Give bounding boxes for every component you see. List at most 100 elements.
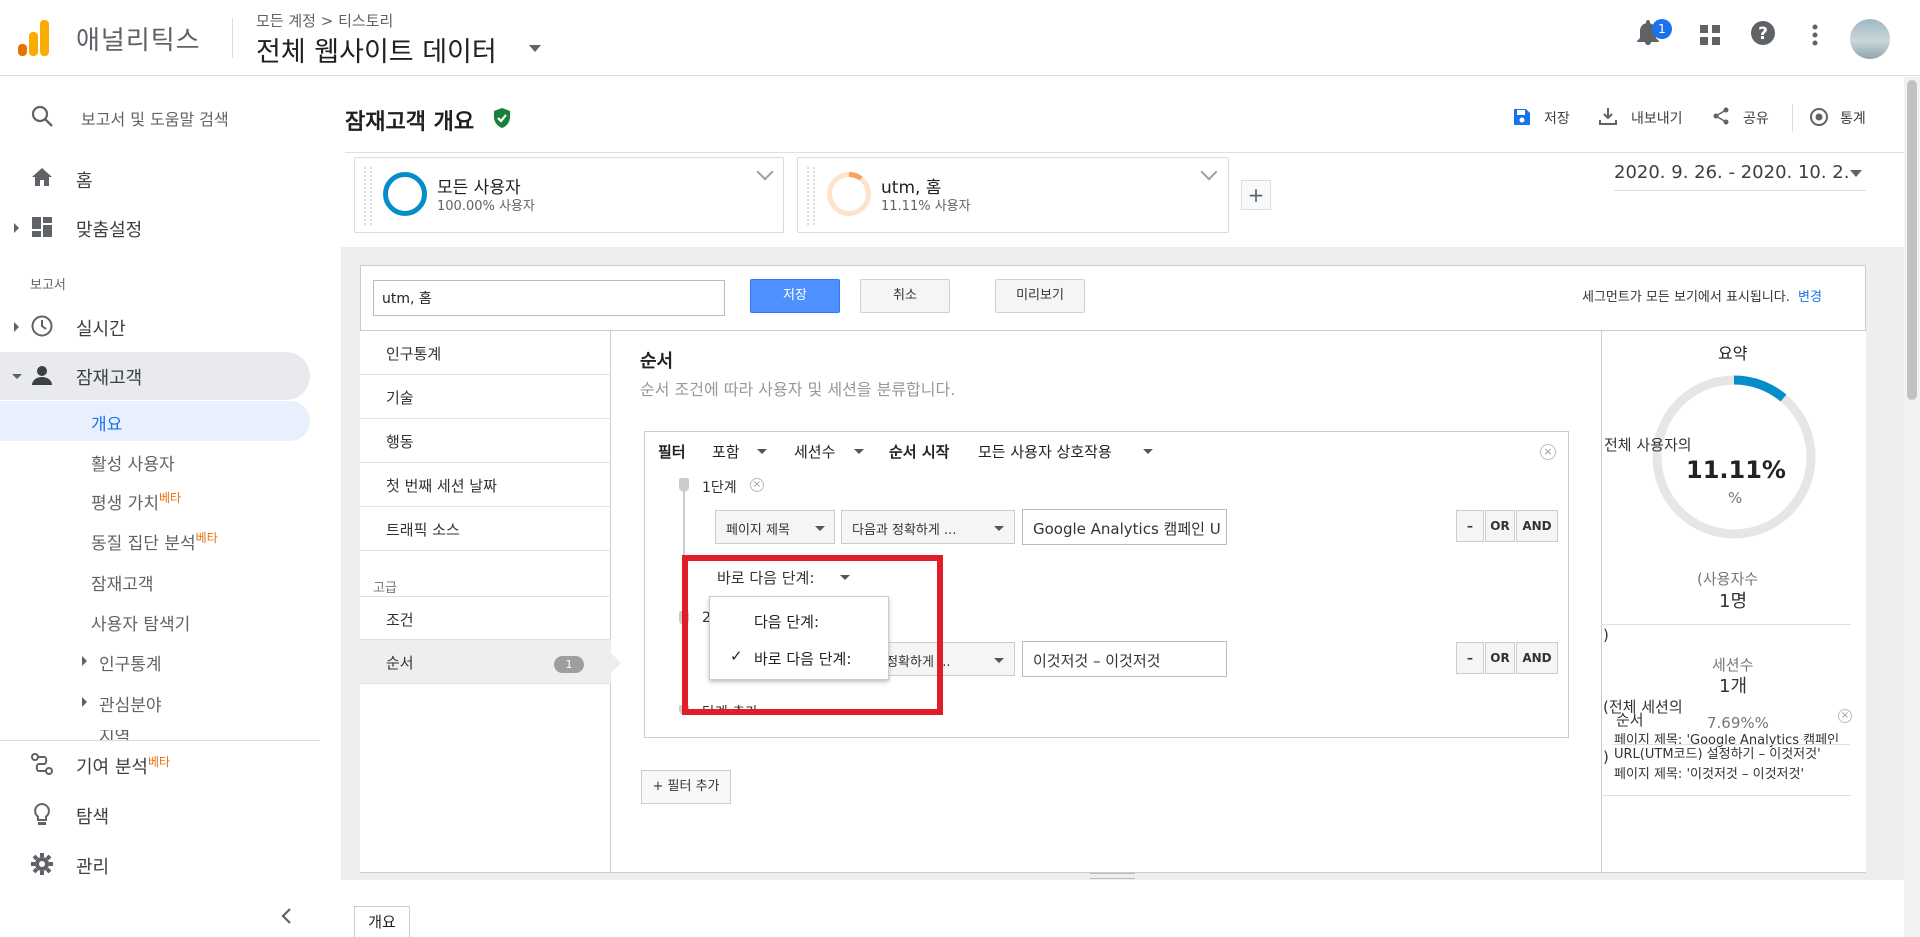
step2-value-input[interactable]: 이것저것 – 이것저것 <box>1022 641 1227 677</box>
help-icon[interactable]: ? <box>1743 18 1783 58</box>
avatar[interactable] <box>1850 19 1890 59</box>
sidebar-item-customization[interactable]: 맞춤설정 <box>76 216 142 242</box>
include-dropdown[interactable]: 포함 <box>712 441 740 462</box>
remove-condition-button[interactable]: – <box>1456 510 1484 542</box>
and-button[interactable]: AND <box>1516 642 1558 674</box>
expand-arrow-icon[interactable] <box>82 697 87 707</box>
collapse-arrow-icon[interactable] <box>12 374 22 379</box>
sequence-start-label: 순서 시작 <box>889 443 950 461</box>
summary-percent-value: 11.11% <box>1686 456 1786 484</box>
segment-ring-icon <box>827 172 871 216</box>
sessions-dropdown[interactable]: 세션수 <box>794 441 835 462</box>
remove-filter-icon[interactable]: × <box>1540 444 1556 460</box>
category-traffic-sources[interactable]: 트래픽 소스 <box>360 507 611 551</box>
search-icon[interactable] <box>30 104 54 132</box>
top-bar: 애널리틱스 모든 계정 > 티스토리 전체 웹사이트 데이터 1 ? <box>0 0 1920 76</box>
download-icon[interactable] <box>1599 107 1617 129</box>
summary-users-value: 1명 <box>1719 591 1748 612</box>
insights-icon[interactable] <box>1809 107 1829 131</box>
summary-divider <box>1601 795 1851 796</box>
sidebar-subitem-geo-clipped[interactable]: 지역 <box>82 730 312 740</box>
remove-step-icon[interactable]: × <box>750 478 764 492</box>
caret-down-icon[interactable] <box>529 45 541 52</box>
expand-arrow-icon[interactable] <box>14 322 19 332</box>
segment-subtitle: 100.00% 사용자 <box>437 199 535 214</box>
sidebar-subitem-user-explorer[interactable]: 사용자 탐색기 <box>91 610 190 635</box>
apps-icon[interactable] <box>1690 18 1730 58</box>
share-icon[interactable] <box>1712 107 1730 129</box>
segment-name-input[interactable] <box>373 280 725 316</box>
resize-handle[interactable] <box>1090 873 1135 879</box>
category-first-session-date[interactable]: 첫 번째 세션 날짜 <box>360 463 611 507</box>
caret-down-icon[interactable] <box>1850 170 1862 177</box>
caret-down-icon[interactable] <box>757 449 767 454</box>
sidebar-item-discover[interactable]: 탐색 <box>76 803 109 829</box>
remove-condition-button[interactable]: – <box>1456 642 1484 674</box>
category-technology[interactable]: 기술 <box>360 375 611 419</box>
select-value: 페이지 제목 <box>726 523 790 538</box>
expand-arrow-icon[interactable] <box>82 656 87 666</box>
verified-shield-icon <box>492 107 512 129</box>
step-marker <box>679 478 689 492</box>
sidebar-subitem-lifetime-value[interactable]: 평생 가치베타 <box>91 489 181 514</box>
clock-icon <box>30 315 54 339</box>
step1-match-select[interactable]: 다음과 정확하게 ... <box>841 510 1015 544</box>
insights-button[interactable]: 통계 <box>1840 108 1866 128</box>
sidebar-subitem-overview[interactable]: 개요 <box>91 410 122 435</box>
expand-arrow-icon[interactable] <box>14 223 19 233</box>
caret-down-icon <box>994 658 1004 663</box>
date-range-picker[interactable]: 2020. 9. 26. - 2020. 10. 2. <box>1614 162 1850 183</box>
sidebar-subitem-cohort-analysis[interactable]: 동질 집단 분석베타 <box>91 529 218 554</box>
save-report-button[interactable]: 저장 <box>1544 108 1570 128</box>
sidebar-item-admin[interactable]: 관리 <box>76 853 109 879</box>
share-button[interactable]: 공유 <box>1743 108 1769 128</box>
category-behavior[interactable]: 행동 <box>360 419 611 463</box>
breadcrumb[interactable]: 모든 계정 > 티스토리 <box>256 10 393 31</box>
and-button[interactable]: AND <box>1516 510 1558 542</box>
sidebar-search-input[interactable]: 보고서 및 도움말 검색 <box>81 106 229 130</box>
summary-title: 요약 <box>1718 344 1748 363</box>
or-button[interactable]: OR <box>1485 510 1515 542</box>
summary-users-label: (사용자수 <box>1697 570 1759 588</box>
breadcrumb-account[interactable]: 모든 계정 <box>256 12 316 30</box>
view-selector[interactable]: 전체 웹사이트 데이터 <box>256 30 497 69</box>
or-button[interactable]: OR <box>1485 642 1515 674</box>
category-demographics[interactable]: 인구통계 <box>360 331 611 375</box>
add-filter-button[interactable]: + 필터 추가 <box>641 770 731 804</box>
caret-down-icon[interactable] <box>1143 449 1153 454</box>
add-segment-button[interactable]: + <box>1241 180 1271 210</box>
summary-percent-prefix: 전체 사용자의 <box>1604 436 1692 454</box>
segment-ring-icon <box>383 172 427 216</box>
sidebar-subitem-interests[interactable]: 관심분야 <box>99 691 162 716</box>
sidebar-item-home[interactable]: 홈 <box>76 167 93 193</box>
sidebar-item-audience[interactable]: 잠재고객 <box>76 364 142 390</box>
beta-badge: 베타 <box>195 531 218 545</box>
save-icon[interactable] <box>1513 108 1531 130</box>
sidebar-subitem-demographics[interactable]: 인구통계 <box>99 650 162 675</box>
drag-handle-icon[interactable] <box>364 167 372 225</box>
sidebar-item-realtime[interactable]: 실시간 <box>76 315 126 341</box>
more-vert-icon[interactable] <box>1795 18 1835 58</box>
export-button[interactable]: 내보내기 <box>1631 108 1683 128</box>
preview-button[interactable]: 미리보기 <box>995 279 1085 313</box>
change-visibility-link[interactable]: 변경 <box>1798 290 1822 305</box>
save-segment-button[interactable]: 저장 <box>750 279 840 313</box>
sequence-start-dropdown[interactable]: 모든 사용자 상호작용 <box>978 441 1112 462</box>
summary-sequence-label: 순서 <box>1616 711 1644 729</box>
caret-down-icon[interactable] <box>854 449 864 454</box>
collapse-sidebar-icon[interactable] <box>280 908 292 928</box>
sidebar-item-attribution[interactable]: 기여 분석베타 <box>76 753 170 779</box>
sidebar-subitem-audiences[interactable]: 잠재고객 <box>91 570 154 595</box>
sidebar-subitem-active-users[interactable]: 활성 사용자 <box>91 450 175 475</box>
tab-overview[interactable]: 개요 <box>354 906 410 937</box>
analytics-logo-icon[interactable] <box>18 20 50 56</box>
breadcrumb-property[interactable]: 티스토리 <box>338 12 393 30</box>
scrollbar-thumb[interactable] <box>1907 80 1917 400</box>
cancel-button[interactable]: 취소 <box>860 279 950 313</box>
select-value: 다음과 정확하게 ... <box>852 523 957 538</box>
category-conditions[interactable]: 조건 <box>360 596 611 640</box>
step1-value-input[interactable]: Google Analytics 캠페인 U <box>1022 509 1227 545</box>
step1-dimension-select[interactable]: 페이지 제목 <box>715 510 835 544</box>
drag-handle-icon[interactable] <box>807 167 815 225</box>
remove-summary-icon[interactable]: × <box>1838 709 1852 723</box>
